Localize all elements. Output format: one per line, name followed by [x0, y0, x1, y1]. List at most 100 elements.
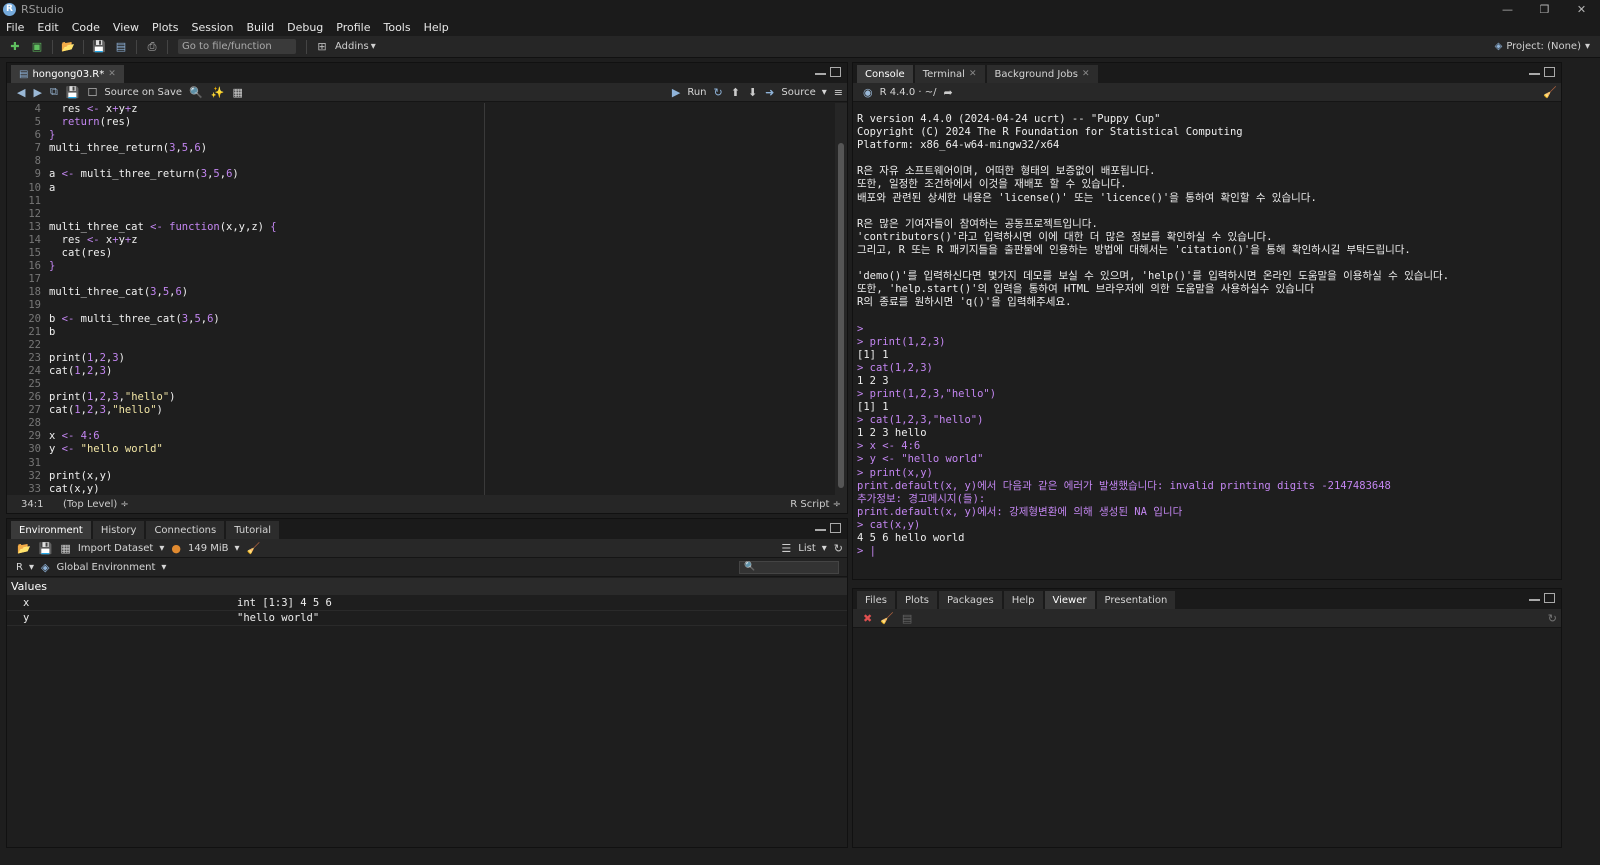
minimize-button[interactable]: —: [1489, 0, 1526, 18]
code-line[interactable]: [49, 195, 835, 208]
minimize-pane-icon[interactable]: [815, 67, 826, 75]
tab-history[interactable]: History: [92, 521, 145, 539]
maximize-pane-icon[interactable]: [830, 67, 841, 77]
editor-scroll-thumb[interactable]: [838, 143, 844, 488]
menu-help[interactable]: Help: [424, 21, 449, 34]
code-line[interactable]: [49, 457, 835, 470]
code-line[interactable]: a: [49, 182, 835, 195]
code-line[interactable]: res <- x+y+z: [49, 103, 835, 116]
menu-view[interactable]: View: [113, 21, 139, 34]
tab-hongong03[interactable]: ▤ hongong03.R* ✕: [11, 65, 124, 83]
code-line[interactable]: [49, 155, 835, 168]
maximize-pane-icon[interactable]: [1544, 593, 1555, 603]
addins-button[interactable]: Addins: [335, 41, 369, 52]
search-icon[interactable]: 🔍: [189, 86, 203, 99]
tab-presentation[interactable]: Presentation: [1096, 591, 1176, 609]
close-button[interactable]: ✕: [1563, 0, 1600, 18]
back-arrow-icon[interactable]: ◀: [17, 86, 25, 99]
tab-connections[interactable]: Connections: [146, 521, 225, 539]
code-line[interactable]: cat(1,2,3): [49, 365, 835, 378]
code-line[interactable]: [49, 417, 835, 430]
rerun-icon[interactable]: ↻: [714, 86, 723, 99]
arrow-down-icon[interactable]: ⬇: [748, 86, 757, 99]
refresh-icon[interactable]: ↻: [1548, 612, 1557, 625]
menu-edit[interactable]: Edit: [37, 21, 58, 34]
forward-arrow-icon[interactable]: ▶: [33, 86, 41, 99]
code-line[interactable]: multi_three_cat(3,5,6): [49, 286, 835, 299]
environment-scope-selector[interactable]: Global Environment: [56, 562, 155, 573]
environment-row[interactable]: x int [1:3] 4 5 6: [7, 596, 847, 611]
clear-viewer-broom-icon[interactable]: 🧹: [880, 612, 894, 625]
workspace-panes-icon[interactable]: ⊞: [314, 39, 330, 55]
code-editor[interactable]: 4 5 6 7 8 9 10 11 12 13 14 15 16 17 18 19 20 21 22 23 24 25 26…: [7, 103, 835, 495]
close-tab-icon[interactable]: ✕: [969, 69, 977, 79]
scope-indicator[interactable]: (Top Level) ÷: [63, 499, 129, 510]
menu-session[interactable]: Session: [191, 21, 233, 34]
editor-scrollbar[interactable]: [835, 103, 847, 495]
code-line[interactable]: [49, 299, 835, 312]
minimize-pane-icon[interactable]: [815, 523, 826, 531]
menu-tools[interactable]: Tools: [383, 21, 410, 34]
code-line[interactable]: print(1,2,3,"hello"): [49, 391, 835, 404]
tab-plots[interactable]: Plots: [896, 591, 938, 609]
remove-viewer-icon[interactable]: ✖: [863, 612, 872, 625]
tab-viewer[interactable]: Viewer: [1044, 591, 1095, 609]
source-arrow-icon[interactable]: ➜: [765, 86, 774, 99]
code-line[interactable]: }: [49, 129, 835, 142]
source-on-save-label[interactable]: Source on Save: [104, 87, 182, 98]
code-line[interactable]: b <- multi_three_cat(3,5,6): [49, 313, 835, 326]
run-icon[interactable]: ▶: [672, 86, 680, 99]
maximize-button[interactable]: ❐: [1526, 0, 1563, 18]
compile-report-icon[interactable]: ▦: [233, 86, 243, 99]
code-line[interactable]: [49, 208, 835, 221]
tab-console[interactable]: Console: [857, 65, 913, 83]
tab-tutorial[interactable]: Tutorial: [226, 521, 279, 539]
show-in-window-icon[interactable]: ⧉: [50, 85, 58, 99]
environment-row[interactable]: y "hello world": [7, 611, 847, 626]
import-dataset-icon[interactable]: ▦: [60, 542, 70, 555]
code-area[interactable]: res <- x+y+z return(res)} multi_three_ret…: [49, 103, 835, 495]
tab-terminal[interactable]: Terminal ✕: [914, 65, 985, 83]
tab-help[interactable]: Help: [1003, 591, 1043, 609]
project-menu[interactable]: ◈ Project: (None) ▾: [1495, 41, 1590, 52]
tab-packages[interactable]: Packages: [939, 591, 1002, 609]
run-button[interactable]: Run: [687, 87, 706, 98]
menu-plots[interactable]: Plots: [152, 21, 178, 34]
clear-console-broom-icon[interactable]: 🧹: [1543, 86, 1557, 99]
code-line[interactable]: res <- x+y+z: [49, 234, 835, 247]
filetype-indicator[interactable]: R Script ÷: [790, 499, 841, 510]
print-icon[interactable]: ⎙: [144, 39, 160, 55]
outline-icon[interactable]: ≡: [834, 86, 843, 99]
code-line[interactable]: print(1,2,3): [49, 352, 835, 365]
source-button[interactable]: Source: [781, 87, 815, 98]
code-line[interactable]: x <- 4:6: [49, 430, 835, 443]
code-line[interactable]: }: [49, 260, 835, 273]
load-workspace-icon[interactable]: 📂: [17, 542, 31, 555]
refresh-icon[interactable]: ↻: [834, 542, 843, 555]
code-line[interactable]: [49, 273, 835, 286]
maximize-pane-icon[interactable]: [830, 523, 841, 533]
go-to-directory-icon[interactable]: ➦: [943, 86, 952, 99]
tab-files[interactable]: Files: [857, 591, 895, 609]
new-project-icon[interactable]: ▣: [29, 39, 45, 55]
code-line[interactable]: multi_three_return(3,5,6): [49, 142, 835, 155]
code-line[interactable]: cat(1,2,3,"hello"): [49, 404, 835, 417]
menu-file[interactable]: File: [6, 21, 24, 34]
memory-pie-icon[interactable]: ●: [171, 542, 181, 555]
menu-build[interactable]: Build: [246, 21, 274, 34]
code-line[interactable]: print(x,y): [49, 470, 835, 483]
environment-search-input[interactable]: 🔍: [739, 560, 839, 574]
menu-profile[interactable]: Profile: [336, 21, 370, 34]
arrow-up-icon[interactable]: ⬆: [731, 86, 740, 99]
code-line[interactable]: [49, 339, 835, 352]
export-icon[interactable]: ▤: [902, 612, 912, 625]
code-line[interactable]: cat(res): [49, 247, 835, 260]
menu-code[interactable]: Code: [72, 21, 100, 34]
menu-debug[interactable]: Debug: [287, 21, 323, 34]
list-view-button[interactable]: List: [798, 543, 815, 554]
goto-file-function-input[interactable]: Go to file/function: [178, 39, 296, 54]
tab-background-jobs[interactable]: Background Jobs ✕: [986, 65, 1098, 83]
save-icon[interactable]: 💾: [66, 86, 80, 99]
tab-environment[interactable]: Environment: [11, 521, 91, 539]
maximize-pane-icon[interactable]: [1544, 67, 1555, 77]
